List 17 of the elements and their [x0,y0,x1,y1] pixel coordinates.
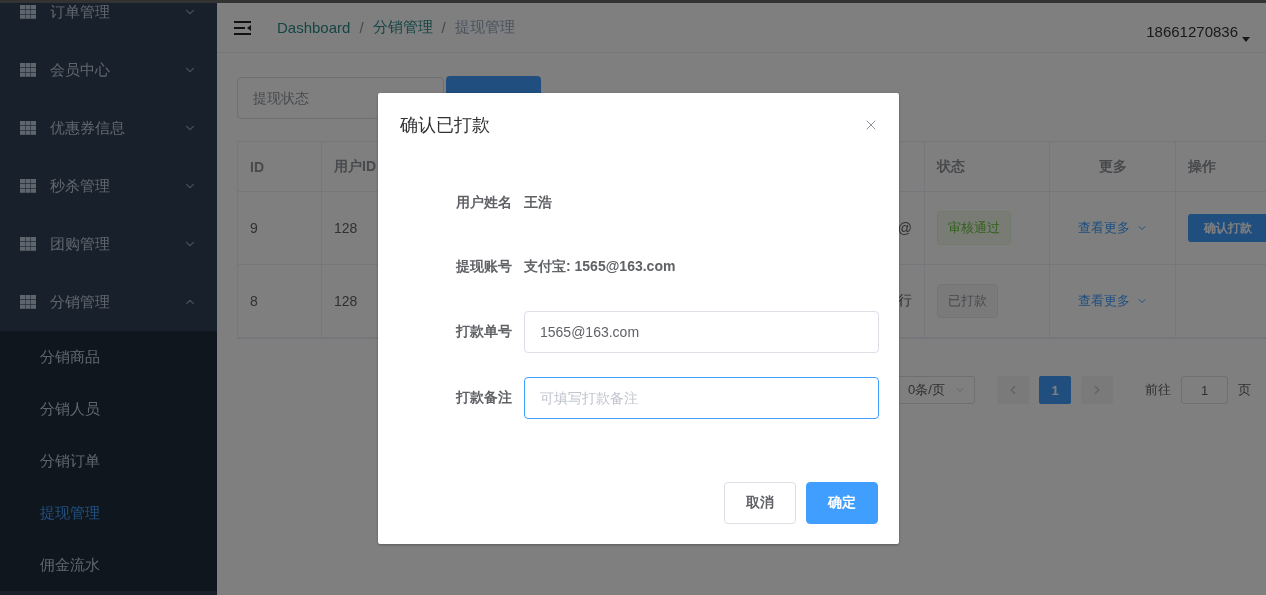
breadcrumb-separator: / [441,19,446,36]
page-label: 页 [1238,381,1251,399]
table-cell: @ [897,220,912,236]
table-cell: 128 [334,293,358,309]
table-cell: 9 [250,220,258,236]
status-tag: 审核通过 [937,211,1011,245]
table-cell: 8 [250,293,258,309]
form-value: 王浩 [524,194,552,212]
goto-label: 前往 [1145,381,1171,399]
form-value: 支付宝: 1565@163.com [524,258,676,276]
breadcrumb-separator: / [359,19,364,36]
table-cell: 128 [334,220,358,236]
form-label: 打款备注 [454,389,513,407]
table-cell: 行 [898,292,912,310]
form-label: 打款单号 [454,323,513,341]
form-label: 用户姓名 [455,194,513,212]
form-label: 提现账号 [455,258,513,276]
